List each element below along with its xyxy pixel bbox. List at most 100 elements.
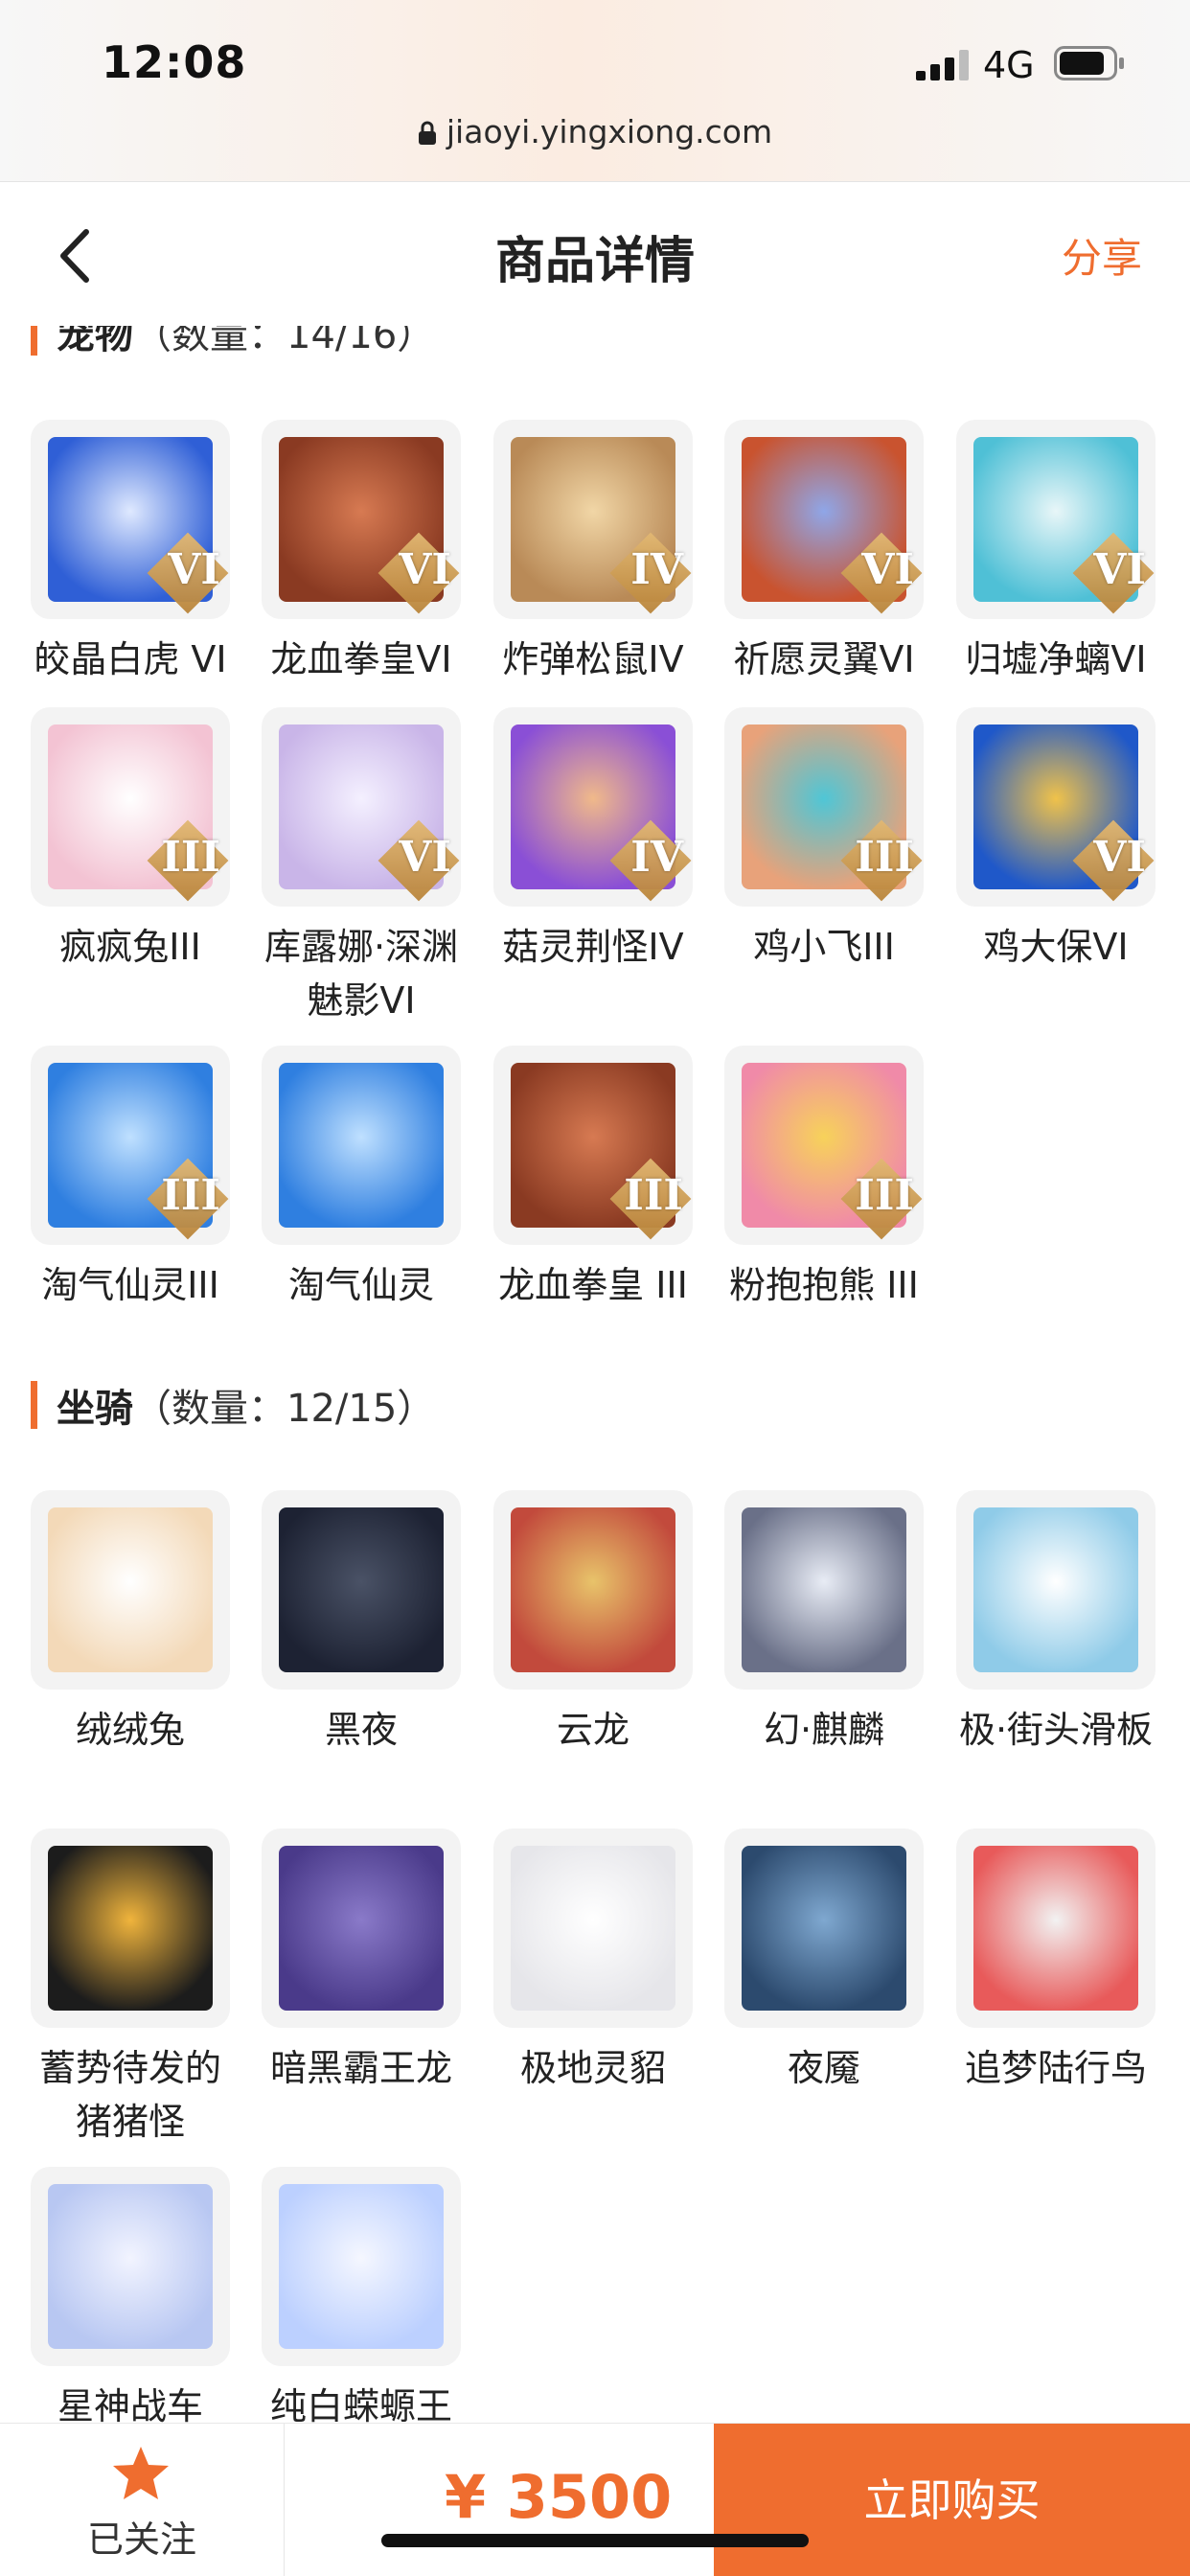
star-icon (113, 2447, 169, 2499)
tier-badge-label: VI (399, 833, 451, 882)
item-name: 祈愿灵翼VI (733, 638, 915, 680)
item-image (48, 1846, 213, 2011)
item-name: 星神战车 (57, 2385, 203, 2423)
tier-badge-label: III (161, 833, 220, 882)
item-name: 追梦陆行鸟 (964, 2047, 1147, 2089)
item-name: 库露娜·深渊魅影VI (263, 926, 459, 1022)
section-accent-bar (31, 326, 37, 356)
tier-badge-label: IV (630, 833, 683, 882)
item-thumbnail (724, 1490, 924, 1690)
url-text: jiaoyi.yingxiong.com (446, 113, 773, 150)
item-thumbnail: III (724, 707, 924, 907)
item-name: 皎晶白虎 VI (34, 638, 227, 680)
item-thumbnail: III (493, 1046, 693, 1245)
tier-badge-label: VI (1093, 545, 1146, 594)
status-time: 12:08 (102, 36, 247, 88)
item-name: 龙血拳皇 III (498, 1264, 688, 1306)
tier-badge-label: III (855, 1171, 914, 1220)
item-thumbnail: VI (956, 420, 1156, 619)
item-name: 归墟净螭VI (965, 638, 1147, 680)
item-image (742, 1846, 906, 2011)
item-name: 粉抱抱熊 III (729, 1264, 919, 1306)
item-thumbnail: III (31, 707, 230, 907)
item-image (742, 1507, 906, 1672)
tier-badge-label: VI (168, 545, 220, 594)
item-image (973, 1846, 1138, 2011)
tier-badge-label: III (624, 1171, 683, 1220)
item-image (511, 1507, 675, 1672)
item-name: 龙血拳皇VI (270, 638, 452, 680)
item-thumbnail (31, 1828, 230, 2028)
item-name: 蓄势待发的猪猪怪 (38, 2047, 221, 2143)
item-thumbnail: VI (724, 420, 924, 619)
buy-now-button[interactable]: 立即购买 (714, 2424, 1190, 2576)
section-title-mounts: 坐骑（数量：12/15） (31, 1380, 435, 1438)
item-name: 暗黑霸王龙 (269, 2047, 452, 2089)
item-thumbnail: VI (31, 420, 230, 619)
tier-badge-label: VI (1093, 833, 1146, 882)
item-thumbnail: III (31, 1046, 230, 1245)
status-bar: 12:08 4G jiaoyi.yingxiong.com (0, 0, 1190, 182)
content-area[interactable]: 宠物（数量：14/16） VI 皎晶白虎 VI VI 龙血拳皇VI IV 炸弹松鼠IV VI… (0, 326, 1190, 2423)
section-count: （数量：14/16） (133, 326, 436, 357)
item-image (48, 1507, 213, 1672)
item-image (48, 2184, 213, 2349)
share-button[interactable]: 分享 (1062, 226, 1142, 285)
page: 12:08 4G jiaoyi.yingxiong.com 商品详情 分享 宠物… (0, 0, 1190, 2576)
page-title: 商品详情 (494, 233, 695, 290)
item-thumbnail (724, 1828, 924, 2028)
item-name: 夜魇 (787, 2047, 860, 2089)
item-thumbnail (262, 1490, 461, 1690)
item-thumbnail (493, 1490, 693, 1690)
item-name: 幻·麒麟 (763, 1709, 885, 1751)
item-thumbnail (956, 1828, 1156, 2028)
item-name: 云龙 (556, 1709, 629, 1751)
section-name: 宠物 (57, 326, 133, 357)
battery-icon (1054, 46, 1124, 80)
tier-badge-label: IV (630, 545, 683, 594)
item-thumbnail: III (724, 1046, 924, 1245)
network-label: 4G (983, 44, 1035, 86)
item-image (279, 1063, 444, 1228)
item-name: 疯疯兔III (59, 926, 201, 968)
url-bar[interactable]: jiaoyi.yingxiong.com (0, 113, 1190, 150)
tier-badge-label: VI (399, 545, 451, 594)
item-thumbnail: VI (262, 420, 461, 619)
item-thumbnail: IV (493, 420, 693, 619)
item-name: 鸡小飞III (753, 926, 895, 968)
follow-label: 已关注 (86, 2518, 196, 2561)
item-name: 淘气仙灵 (287, 1264, 434, 1306)
item-name: 菇灵荆怪IV (502, 926, 684, 968)
item-name: 黑夜 (324, 1709, 398, 1751)
item-thumbnail (31, 1490, 230, 1690)
lock-icon (418, 121, 436, 145)
item-image (973, 1507, 1138, 1672)
item-image (279, 2184, 444, 2349)
price: ¥ 3500 (445, 2462, 673, 2532)
tier-badge-label: III (855, 833, 914, 882)
item-thumbnail: VI (262, 707, 461, 907)
item-name: 炸弹松鼠IV (502, 638, 684, 680)
section-title-pets: 宠物（数量：14/16） (31, 326, 435, 364)
item-name: 绒绒兔 (75, 1709, 185, 1751)
bottom-action-bar: 已关注 ¥ 3500 立即购买 (0, 2423, 1190, 2576)
item-name: 纯白蝾螈王 (269, 2385, 452, 2423)
item-thumbnail: IV (493, 707, 693, 907)
section-accent-bar (31, 1381, 37, 1429)
section-count: （数量：12/15） (133, 1387, 436, 1431)
nav-header: 商品详情 分享 (0, 182, 1190, 326)
item-thumbnail (493, 1828, 693, 2028)
item-thumbnail (31, 2167, 230, 2366)
item-name: 鸡大保VI (983, 926, 1129, 968)
home-indicator (381, 2534, 809, 2547)
item-thumbnail: VI (956, 707, 1156, 907)
tier-badge-label: VI (861, 545, 914, 594)
item-thumbnail (956, 1490, 1156, 1690)
follow-button[interactable]: 已关注 (0, 2424, 285, 2576)
item-image (279, 1507, 444, 1672)
item-image (511, 1846, 675, 2011)
signal-icon (916, 50, 969, 80)
item-name: 淘气仙灵III (41, 1264, 219, 1306)
item-image (279, 1846, 444, 2011)
item-thumbnail (262, 1046, 461, 1245)
